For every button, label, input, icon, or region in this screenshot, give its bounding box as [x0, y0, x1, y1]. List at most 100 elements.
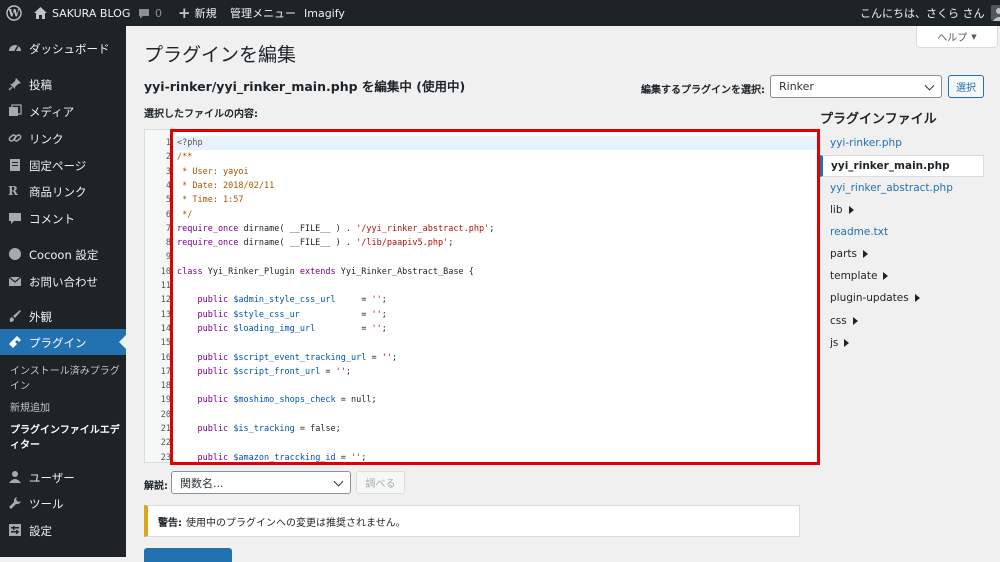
my-account-link[interactable]: こんにちは、さくら さん [860, 0, 1000, 26]
sidebar-item-label: 固定ページ [29, 158, 86, 174]
sidebar-item-label: プラグイン [29, 335, 87, 351]
line-number: 12 [145, 293, 171, 307]
expand-arrow-icon [849, 206, 854, 214]
sidebar-item-media[interactable]: メディア [0, 98, 126, 124]
function-select-value: 関数名... [180, 475, 224, 491]
imagify-label: Imagify [304, 7, 345, 20]
file-tree-folder[interactable]: plugin-updates [820, 287, 984, 309]
sidebar-item-label: ユーザー [29, 470, 75, 486]
line-number: 2 [145, 150, 171, 164]
function-select[interactable]: 関数名... [171, 471, 351, 494]
file-name: readme.txt [830, 226, 888, 238]
chevron-down-icon [334, 476, 344, 486]
submenu-plugin-file-editor[interactable]: プラグインファイルエディター [0, 423, 126, 453]
plugin-icon [8, 335, 22, 349]
file-tree-folder[interactable]: js [820, 332, 984, 354]
comment-icon [8, 211, 22, 225]
sidebar-item-posts[interactable]: 投稿 [0, 71, 126, 97]
file-tree-item[interactable]: yyi-rinker.php [820, 132, 984, 154]
line-number: 10 [145, 265, 171, 279]
sidebar-item-plugins[interactable]: プラグイン [0, 329, 126, 355]
admin-bar: W SAKURA BLOG 0 + 新規 管理メニュー Imagify こんにち… [0, 0, 1000, 26]
highlight-frame [170, 129, 820, 465]
update-file-button[interactable] [144, 548, 232, 562]
file-name: css [830, 315, 847, 327]
help-tab-button[interactable]: ヘルプ ▼ [916, 26, 998, 48]
home-icon [34, 7, 47, 19]
new-content-link[interactable]: + 新規 [178, 0, 217, 26]
file-tree-item[interactable]: readme.txt [820, 221, 984, 243]
sidebar-item-label: 投稿 [29, 77, 52, 93]
greeting: こんにちは、さくら さん [860, 5, 985, 21]
file-tree-item[interactable]: yyi_rinker_abstract.php [820, 177, 984, 199]
line-number: 14 [145, 322, 171, 336]
media-icon [8, 104, 22, 118]
line-number: 23 [145, 451, 171, 463]
pin-icon [8, 77, 22, 91]
chevron-down-icon [925, 80, 935, 90]
sidebar-item-cocoon[interactable]: Cocoon 設定 [0, 241, 126, 267]
imagify-link[interactable]: Imagify [304, 0, 345, 26]
brush-icon [8, 309, 22, 323]
sidebar-item-label: 外観 [29, 309, 52, 325]
link-icon [8, 131, 22, 145]
submenu-installed-plugins[interactable]: インストール済みプラグイン [0, 364, 126, 394]
submenu-add-new[interactable]: 新規追加 [0, 401, 126, 416]
svg-text:W: W [7, 9, 20, 20]
line-number: 22 [145, 436, 171, 450]
sidebar-item-label: 商品リンク [29, 184, 87, 200]
line-number: 4 [145, 179, 171, 193]
select-plugin-label: 編集するプラグインを選択: [641, 81, 765, 96]
comment-bubble-icon [138, 8, 150, 19]
caret-down-icon: ▼ [971, 33, 976, 41]
expand-arrow-icon [863, 250, 868, 258]
plugin-select[interactable]: Rinker [770, 75, 942, 98]
site-name: SAKURA BLOG [52, 7, 130, 20]
lookup-button[interactable]: 調べる [356, 471, 405, 494]
sidebar-item-dashboard[interactable]: ダッシュボード [0, 35, 126, 61]
sidebar-item-appearance[interactable]: 外観 [0, 303, 126, 329]
main-content: ヘルプ ▼ プラグインを編集 yyi-rinker/yyi_rinker_mai… [126, 26, 1000, 557]
file-name: plugin-updates [830, 292, 909, 304]
wordpress-logo-icon[interactable]: W [6, 0, 22, 26]
line-number: 17 [145, 365, 171, 379]
sidebar-item-label: リンク [29, 131, 64, 147]
admin-sidebar: ダッシュボード 投稿 メディア リンク 固定ページ R 商品リンク コメント C… [0, 26, 126, 557]
sidebar-item-pages[interactable]: 固定ページ [0, 152, 126, 178]
file-tree-folder[interactable]: parts [820, 243, 984, 265]
sidebar-item-users[interactable]: ユーザー [0, 464, 126, 490]
comments-link[interactable]: 0 [138, 0, 162, 26]
admin-menu-label: 管理メニュー [230, 5, 296, 21]
sidebar-item-comments[interactable]: コメント [0, 205, 126, 231]
line-number: 19 [145, 393, 171, 407]
file-name: parts [830, 248, 857, 260]
sidebar-item-settings[interactable]: 設定 [0, 517, 126, 543]
select-button[interactable]: 選択 [948, 75, 984, 98]
line-number: 21 [145, 422, 171, 436]
file-name: yyi_rinker_main.php [831, 160, 950, 172]
sidebar-item-label: コメント [29, 211, 75, 227]
sidebar-item-label: お問い合わせ [29, 274, 98, 290]
sidebar-item-contact[interactable]: お問い合わせ [0, 268, 126, 294]
line-number: 20 [145, 408, 171, 422]
sidebar-item-label: Cocoon 設定 [29, 247, 98, 263]
sidebar-item-tools[interactable]: ツール [0, 490, 126, 516]
admin-menu-link[interactable]: 管理メニュー [230, 0, 296, 26]
expand-arrow-icon [915, 294, 920, 302]
file-tree-folder[interactable]: lib [820, 199, 984, 221]
comments-count: 0 [155, 7, 162, 20]
sidebar-item-product-links[interactable]: R 商品リンク [0, 178, 126, 204]
file-tree-folder[interactable]: template [820, 265, 984, 287]
sidebar-item-links[interactable]: リンク [0, 125, 126, 151]
warning-strong: 警告: [158, 514, 182, 529]
mail-icon [8, 274, 22, 288]
file-content-label: 選択したファイルの内容: [144, 105, 258, 120]
file-name: template [830, 270, 877, 282]
page-icon [8, 158, 22, 172]
site-name-link[interactable]: SAKURA BLOG [34, 0, 130, 26]
file-tree-folder[interactable]: css [820, 310, 984, 332]
expand-arrow-icon [883, 272, 888, 280]
file-tree-item[interactable]: yyi_rinker_main.php [820, 155, 984, 177]
line-number: 7 [145, 222, 171, 236]
line-number: 5 [145, 193, 171, 207]
